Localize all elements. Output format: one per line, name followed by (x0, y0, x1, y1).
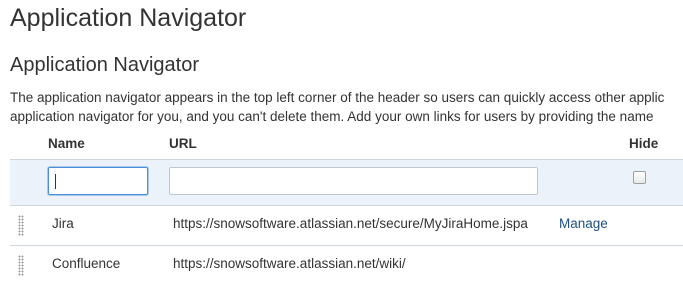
column-header-hide: Hide (629, 136, 659, 151)
manage-link[interactable]: Manage (559, 216, 608, 231)
app-links-table: Name URL Hide Jira https://snowsoftware.… (10, 132, 683, 284)
text-cursor (55, 174, 56, 189)
drag-handle-icon[interactable] (18, 255, 24, 276)
add-link-row (10, 160, 683, 206)
column-header-url: URL (169, 136, 197, 151)
column-header-name: Name (48, 136, 85, 151)
section-description-line1: The application navigator appears in the… (10, 90, 665, 105)
page-title: Application Navigator (10, 4, 247, 32)
new-link-name-input[interactable] (48, 167, 148, 195)
table-row: Confluence https://snowsoftware.atlassia… (10, 246, 683, 284)
table-header: Name URL Hide (10, 132, 683, 160)
new-link-url-input[interactable] (169, 167, 538, 195)
section-title: Application Navigator (10, 54, 199, 76)
app-navigator-page: Application Navigator Application Naviga… (0, 0, 683, 284)
hide-checkbox[interactable] (633, 171, 646, 184)
section-description-line2: application navigator for you, and you c… (10, 109, 654, 124)
drag-handle-icon[interactable] (18, 215, 24, 236)
table-row: Jira https://snowsoftware.atlassian.net/… (10, 206, 683, 246)
link-url: https://snowsoftware.atlassian.net/wiki/ (173, 256, 406, 271)
link-name: Jira (52, 216, 74, 231)
link-url: https://snowsoftware.atlassian.net/secur… (173, 216, 528, 231)
link-name: Confluence (52, 256, 121, 271)
